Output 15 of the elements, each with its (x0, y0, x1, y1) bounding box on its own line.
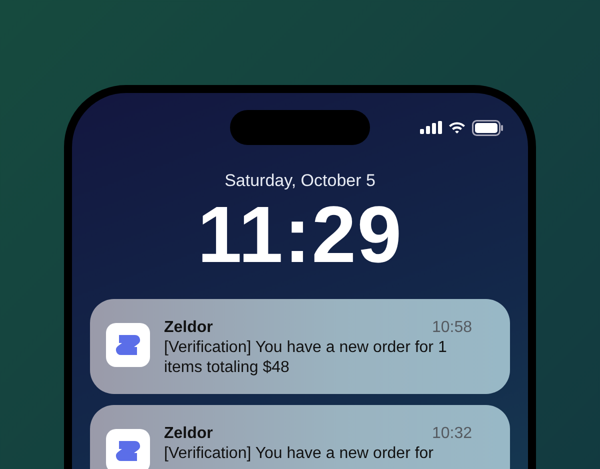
app-logo-icon (106, 323, 150, 367)
notification-time: 10:58 (432, 318, 472, 338)
notification-time: 10:32 (432, 424, 472, 444)
notification-card[interactable]: Zeldor 10:32 [Verification] You have a new order for (90, 405, 510, 469)
app-name: Zeldor (164, 318, 213, 338)
notification-message: [Verification] You have a new order for 1 items totaling $48 (164, 338, 448, 378)
app-logo-icon (106, 429, 150, 469)
battery-icon (472, 120, 504, 136)
date-label: Saturday, October 5 (224, 171, 376, 191)
app-name: Zeldor (164, 424, 213, 444)
wifi-icon (448, 121, 466, 134)
clock-time: 11:29 (196, 195, 404, 275)
signal-icon (420, 121, 442, 134)
notification-message: [Verification] You have a new order for (164, 444, 435, 464)
notification-card[interactable]: Zeldor 10:58 [Verification] You have a new order for 1 items totaling $48 (90, 299, 510, 394)
